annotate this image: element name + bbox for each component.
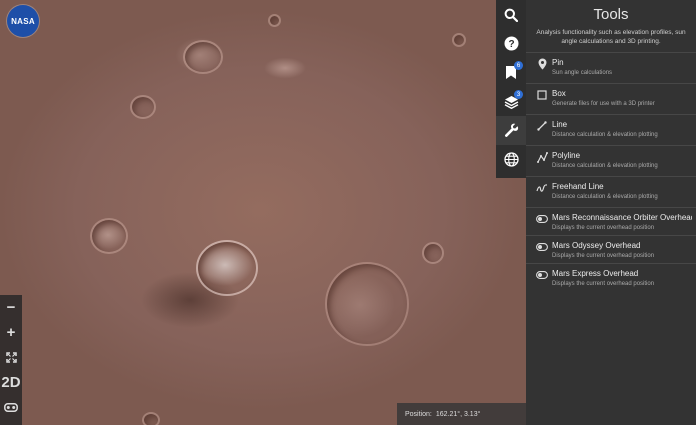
tool-description: Distance calculation & elevation plottin…: [552, 132, 658, 138]
crater: [422, 242, 444, 264]
tool-description: Generate files for use with a 3D printer: [552, 101, 655, 107]
tool-freehand-line[interactable]: Freehand Line Distance calculation & ele…: [526, 176, 696, 207]
pin-icon: [536, 58, 548, 70]
toolbar: ? 6 3: [496, 0, 526, 178]
bookmarks-button[interactable]: 6: [496, 58, 526, 87]
toggle-icon[interactable]: [536, 213, 548, 225]
globe-button[interactable]: [496, 145, 526, 174]
tool-description: Sun angle calculations: [552, 70, 613, 76]
crater: [325, 262, 409, 346]
tool-box[interactable]: Box Generate files for use with a 3D pri…: [526, 83, 696, 114]
crater: [130, 95, 156, 119]
zoom-out-button[interactable]: −: [0, 295, 22, 320]
map-controls: − + 2D: [0, 295, 22, 425]
tool-name: Freehand Line: [552, 182, 604, 191]
tool-description: Distance calculation & elevation plottin…: [552, 194, 658, 200]
tool-name: Line: [552, 120, 568, 129]
crater: [268, 14, 281, 27]
crater: [183, 40, 223, 74]
freehand-icon: [536, 182, 548, 194]
tool-name: Box: [552, 89, 566, 98]
tool-line[interactable]: Line Distance calculation & elevation pl…: [526, 114, 696, 145]
tool-odyssey-overhead[interactable]: Mars Odyssey Overhead Displays the curre…: [526, 235, 696, 263]
tool-polyline[interactable]: Polyline Distance calculation & elevatio…: [526, 145, 696, 176]
svg-text:?: ?: [508, 39, 514, 50]
tool-name: Polyline: [552, 151, 581, 160]
tool-mro-overhead[interactable]: Mars Reconnaissance Orbiter Overhead Dis…: [526, 207, 696, 235]
panel-title: Tools: [593, 6, 629, 23]
tool-description: Displays the current overhead position: [552, 281, 655, 287]
tools-panel: Tools Analysis functionality such as ele…: [526, 0, 696, 425]
globe-icon: [503, 152, 519, 167]
tool-description: Displays the current overhead position: [552, 253, 655, 259]
vr-button[interactable]: [0, 395, 22, 420]
help-button[interactable]: ?: [496, 29, 526, 58]
search-button[interactable]: [496, 0, 526, 29]
crater: [196, 240, 258, 296]
tool-express-overhead[interactable]: Mars Express Overhead Displays the curre…: [526, 263, 696, 291]
tool-name: Mars Reconnaissance Orbiter Overhead: [552, 213, 692, 222]
layers-button[interactable]: 3: [496, 87, 526, 116]
help-icon: ?: [504, 36, 518, 51]
crater: [90, 218, 128, 254]
polyline-icon: [536, 151, 548, 163]
crater: [142, 412, 160, 425]
position-value: 162.21°, 3.13°: [435, 410, 481, 418]
box-icon: [536, 89, 548, 101]
position-label: Position:: [405, 410, 432, 418]
fullscreen-button[interactable]: [0, 345, 22, 370]
tool-name: Mars Express Overhead: [552, 269, 639, 278]
line-icon: [536, 120, 548, 132]
tool-description: Distance calculation & elevation plottin…: [552, 163, 658, 169]
tool-name: Mars Odyssey Overhead: [552, 241, 641, 250]
fullscreen-icon: [5, 352, 17, 363]
mars-map[interactable]: NASA Position: 162.21°, 3.13°: [0, 0, 526, 425]
layers-badge: 3: [514, 90, 523, 99]
position-readout: Position: 162.21°, 3.13°: [397, 403, 526, 425]
zoom-in-button[interactable]: +: [0, 320, 22, 345]
tool-name: Pin: [552, 58, 564, 67]
bookmarks-badge: 6: [514, 61, 523, 70]
tool-pin[interactable]: Pin Sun angle calculations: [526, 52, 696, 83]
tools-button[interactable]: [496, 116, 526, 145]
crater: [452, 33, 466, 47]
wrench-icon: [504, 123, 518, 137]
toggle-icon[interactable]: [536, 269, 548, 281]
toggle-icon[interactable]: [536, 241, 548, 253]
vr-headset-icon: [4, 403, 18, 412]
panel-description: Analysis functionality such as elevation…: [536, 29, 686, 45]
search-icon: [504, 8, 518, 22]
nasa-logo[interactable]: NASA: [7, 5, 39, 37]
tool-description: Displays the current overhead position: [552, 225, 655, 231]
2d-3d-toggle-button[interactable]: 2D: [0, 370, 22, 395]
